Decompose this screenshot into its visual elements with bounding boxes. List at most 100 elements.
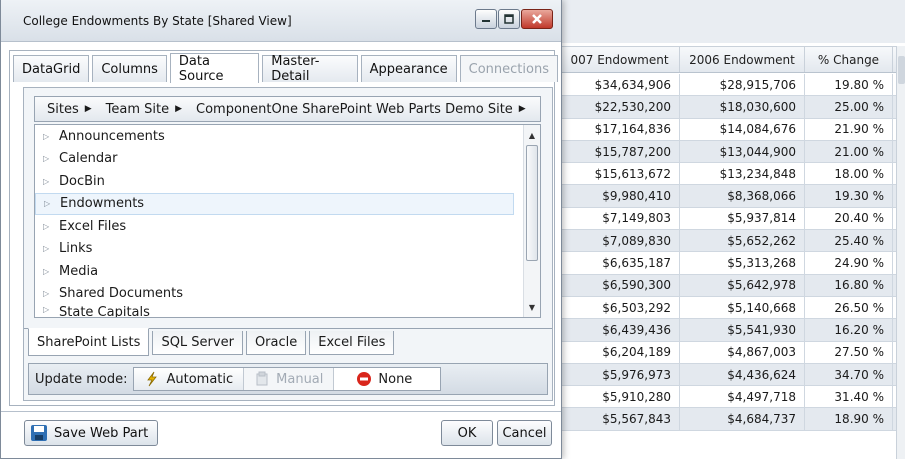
tab-datagrid[interactable]: DataGrid — [13, 55, 90, 82]
none-mode-button[interactable]: None — [334, 368, 440, 390]
ok-button[interactable]: OK — [441, 420, 493, 446]
save-web-part-button[interactable]: Save Web Part — [24, 420, 158, 446]
table-row[interactable]: $17,164,836 $14,084,676 21.90 % — [560, 118, 905, 141]
table-cell[interactable]: $13,044,900 — [680, 140, 805, 163]
source-tab-sql-server[interactable]: SQL Server — [152, 331, 243, 355]
source-tab-oracle[interactable]: Oracle — [245, 331, 307, 355]
list-item[interactable]: ▷ State Capitals — [35, 305, 540, 317]
table-cell[interactable]: 20.40 % — [805, 207, 893, 230]
tab-data-source[interactable]: Data Source — [169, 53, 260, 84]
table-row[interactable]: $6,503,292 $5,140,668 26.50 % — [560, 296, 905, 320]
expand-triangle-icon[interactable]: ▷ — [43, 289, 51, 298]
column-header-2006-endowment[interactable]: 2006 Endowment — [680, 47, 805, 72]
breadcrumb-item[interactable]: Sites ▶ — [47, 102, 92, 117]
table-row[interactable]: $6,635,187 $5,313,268 24.90 % — [560, 252, 905, 275]
table-row[interactable]: $6,439,436 $5,541,930 16.20 % — [560, 319, 905, 342]
table-cell[interactable]: 18.90 % — [805, 408, 893, 430]
expand-triangle-icon[interactable]: ▷ — [44, 199, 52, 208]
expand-triangle-icon[interactable]: ▷ — [43, 177, 51, 186]
table-cell[interactable]: 16.20 % — [805, 319, 893, 341]
table-cell[interactable]: $13,234,848 — [680, 163, 805, 185]
list-item[interactable]: ▷ Endowments — [35, 192, 514, 215]
table-cell[interactable]: $4,684,737 — [680, 408, 805, 430]
expand-triangle-icon[interactable]: ▷ — [43, 305, 51, 314]
table-cell[interactable]: $28,915,706 — [680, 74, 805, 96]
list-item[interactable]: ▷ Calendar — [35, 148, 540, 171]
breadcrumb-item[interactable]: Team Site ▶ — [106, 102, 182, 117]
scroll-down-icon[interactable]: ▼ — [524, 299, 540, 315]
breadcrumb-item[interactable]: ComponentOne SharePoint Web Parts Demo S… — [196, 102, 526, 117]
table-cell[interactable]: 18.00 % — [805, 163, 893, 185]
table-cell[interactable]: $18,030,600 — [680, 96, 805, 118]
column-header-percent-change[interactable]: % Change — [805, 47, 893, 72]
table-row[interactable]: $6,204,189 $4,867,003 27.50 % — [560, 341, 905, 364]
tree-scroll-thumb[interactable] — [526, 145, 538, 261]
table-cell[interactable]: $4,436,624 — [680, 363, 805, 386]
table-cell[interactable]: $6,503,292 — [560, 296, 680, 319]
tree-scrollbar[interactable]: ▲ ▼ — [523, 125, 540, 317]
table-row[interactable]: $7,089,830 $5,652,262 25.40 % — [560, 230, 905, 253]
table-cell[interactable]: $9,980,410 — [560, 185, 680, 207]
manual-mode-button[interactable]: Manual — [244, 368, 335, 390]
list-item[interactable]: ▷ Excel Files — [35, 215, 540, 238]
table-cell[interactable]: $5,910,280 — [560, 386, 680, 408]
expand-triangle-icon[interactable]: ▷ — [43, 267, 51, 276]
table-cell[interactable]: $8,368,066 — [680, 185, 805, 207]
table-cell[interactable]: $5,567,843 — [560, 408, 680, 430]
minimize-button[interactable] — [475, 9, 497, 29]
expand-triangle-icon[interactable]: ▷ — [43, 154, 51, 163]
list-item[interactable]: ▷ DocBin — [35, 170, 540, 193]
table-cell[interactable]: 27.50 % — [805, 341, 893, 363]
source-tab-sharepoint-lists[interactable]: SharePoint Lists — [28, 328, 150, 356]
column-header-2007-endowment[interactable]: 007 Endowment — [560, 47, 680, 72]
table-cell[interactable]: $5,140,668 — [680, 296, 805, 319]
table-cell[interactable]: $15,787,200 — [560, 140, 680, 163]
list-item[interactable]: ▷ Media — [35, 260, 540, 283]
table-cell[interactable]: $4,867,003 — [680, 341, 805, 363]
table-cell[interactable]: 25.00 % — [805, 96, 893, 118]
table-row[interactable]: $5,567,843 $4,684,737 18.90 % — [560, 408, 905, 431]
maximize-button[interactable] — [498, 9, 520, 29]
close-button[interactable] — [521, 9, 553, 29]
table-row[interactable]: $34,634,906 $28,915,706 19.80 % — [560, 74, 905, 97]
table-cell[interactable]: $17,164,836 — [560, 118, 680, 140]
expand-triangle-icon[interactable]: ▷ — [43, 222, 51, 231]
list-item[interactable]: ▷ Announcements — [35, 125, 540, 148]
table-cell[interactable]: $7,089,830 — [560, 230, 680, 252]
table-cell[interactable]: 21.00 % — [805, 140, 893, 163]
list-item[interactable]: ▷ Links — [35, 238, 540, 261]
table-cell[interactable]: $14,084,676 — [680, 118, 805, 140]
chevron-right-icon[interactable]: ▶ — [175, 104, 182, 114]
table-row[interactable]: $6,590,300 $5,642,978 16.80 % — [560, 274, 905, 297]
table-cell[interactable]: $5,541,930 — [680, 319, 805, 341]
table-cell[interactable]: $22,530,200 — [560, 96, 680, 118]
title-bar[interactable]: College Endowments By State [Shared View… — [1, 0, 561, 42]
table-cell[interactable]: $4,497,718 — [680, 386, 805, 408]
list-item[interactable]: ▷ Shared Documents — [35, 283, 540, 306]
table-row[interactable]: $22,530,200 $18,030,600 25.00 % — [560, 96, 905, 119]
table-cell[interactable]: 31.40 % — [805, 386, 893, 408]
table-row[interactable]: $15,613,672 $13,234,848 18.00 % — [560, 163, 905, 186]
table-cell[interactable]: $6,590,300 — [560, 274, 680, 296]
table-cell[interactable]: 19.30 % — [805, 185, 893, 207]
table-row[interactable]: $9,980,410 $8,368,066 19.30 % — [560, 185, 905, 208]
table-cell[interactable]: $5,937,814 — [680, 207, 805, 230]
chevron-right-icon[interactable]: ▶ — [85, 104, 92, 114]
table-cell[interactable]: 24.90 % — [805, 252, 893, 274]
tab-master-detail[interactable]: Master-Detail — [262, 54, 358, 84]
table-cell[interactable]: 25.40 % — [805, 230, 893, 252]
table-row[interactable]: $5,976,973 $4,436,624 34.70 % — [560, 363, 905, 387]
table-cell[interactable]: $15,613,672 — [560, 163, 680, 185]
table-cell[interactable]: $6,635,187 — [560, 252, 680, 274]
table-cell[interactable]: $5,652,262 — [680, 230, 805, 252]
table-cell[interactable]: $5,642,978 — [680, 274, 805, 296]
table-cell[interactable]: $7,149,803 — [560, 207, 680, 230]
table-cell[interactable]: 19.80 % — [805, 74, 893, 96]
table-row[interactable]: $15,787,200 $13,044,900 21.00 % — [560, 140, 905, 164]
cancel-button[interactable]: Cancel — [497, 420, 552, 446]
expand-triangle-icon[interactable]: ▷ — [43, 132, 51, 141]
table-cell[interactable]: $5,313,268 — [680, 252, 805, 274]
expand-triangle-icon[interactable]: ▷ — [43, 244, 51, 253]
tab-appearance[interactable]: Appearance — [360, 55, 457, 82]
chevron-right-icon[interactable]: ▶ — [519, 104, 526, 114]
